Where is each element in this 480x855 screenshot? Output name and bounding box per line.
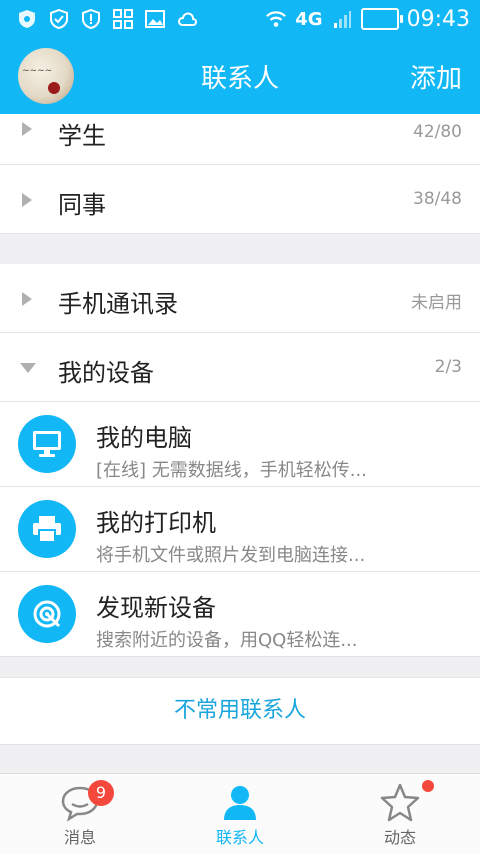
weather-cloud-icon bbox=[176, 8, 198, 30]
device-row-printer[interactable]: 我的打印机 将手机文件或照片发到电脑连接... bbox=[0, 487, 480, 572]
radar-icon bbox=[18, 585, 76, 643]
group-count: 42/80 bbox=[413, 122, 462, 142]
phone-contacts-row[interactable]: 手机通讯录 未启用 bbox=[0, 264, 480, 333]
device-name: 我的电脑 bbox=[96, 424, 192, 452]
tab-label: 消息 bbox=[63, 828, 96, 847]
chevron-right-icon bbox=[22, 193, 32, 207]
image-icon bbox=[144, 8, 166, 30]
device-count: 2/3 bbox=[434, 357, 462, 377]
status-bar: 4G 09:43 bbox=[0, 0, 480, 38]
person-icon bbox=[218, 782, 262, 822]
tab-label: 联系人 bbox=[215, 828, 264, 847]
shield-icon bbox=[16, 8, 38, 30]
group-row-colleagues[interactable]: 同事 38/48 bbox=[0, 165, 480, 234]
tab-feed[interactable]: 动态 bbox=[320, 774, 480, 855]
printer-icon bbox=[18, 500, 76, 558]
add-button[interactable]: 添加 bbox=[410, 58, 462, 95]
group-count: 38/48 bbox=[413, 189, 462, 209]
tab-contacts[interactable]: 联系人 bbox=[160, 774, 320, 855]
bottom-tab-bar: 9 消息 联系人 动态 bbox=[0, 773, 480, 855]
group-label: 学生 bbox=[58, 122, 106, 150]
shield-alert-icon bbox=[80, 8, 102, 30]
section-label: 手机通讯录 bbox=[58, 290, 178, 318]
chevron-right-icon bbox=[22, 122, 32, 136]
group-label: 同事 bbox=[58, 191, 106, 219]
clock: 09:43 bbox=[406, 6, 470, 32]
signal-icon bbox=[331, 8, 353, 30]
star-icon bbox=[378, 782, 422, 822]
app-bar: ~~~~ 联系人 添加 bbox=[0, 38, 480, 114]
device-description: 搜索附近的设备，用QQ轻松连... bbox=[96, 630, 358, 651]
device-name: 我的打印机 bbox=[96, 509, 216, 537]
chevron-right-icon bbox=[22, 292, 32, 306]
chevron-down-icon bbox=[20, 363, 36, 373]
contacts-list: 学生 42/80 同事 38/48 手机通讯录 未启用 我的设备 2/3 我的电… bbox=[0, 114, 480, 657]
device-description: [在线] 无需数据线，手机轻松传... bbox=[96, 460, 367, 481]
device-row-discover[interactable]: 发现新设备 搜索附近的设备，用QQ轻松连... bbox=[0, 572, 480, 657]
shield-check-icon bbox=[48, 8, 70, 30]
notification-dot bbox=[422, 780, 434, 792]
unread-badge: 9 bbox=[88, 780, 114, 806]
device-description: 将手机文件或照片发到电脑连接... bbox=[96, 545, 366, 566]
device-name: 发现新设备 bbox=[96, 594, 216, 622]
uncommon-contacts-link[interactable]: 不常用联系人 bbox=[0, 677, 480, 745]
monitor-icon bbox=[18, 415, 76, 473]
tab-label: 动态 bbox=[383, 828, 416, 847]
section-label: 我的设备 bbox=[58, 359, 154, 387]
apps-grid-icon bbox=[112, 8, 134, 30]
wifi-icon bbox=[265, 8, 287, 30]
my-devices-row[interactable]: 我的设备 2/3 bbox=[0, 333, 480, 402]
tab-messages[interactable]: 9 消息 bbox=[0, 774, 160, 855]
section-divider bbox=[0, 234, 480, 264]
network-type: 4G bbox=[295, 8, 323, 30]
group-row-students[interactable]: 学生 42/80 bbox=[0, 114, 480, 165]
device-row-computer[interactable]: 我的电脑 [在线] 无需数据线，手机轻松传... bbox=[0, 402, 480, 487]
battery-charging-icon bbox=[360, 8, 403, 30]
page-title: 联系人 bbox=[200, 64, 279, 94]
status-text: 未启用 bbox=[411, 293, 462, 313]
